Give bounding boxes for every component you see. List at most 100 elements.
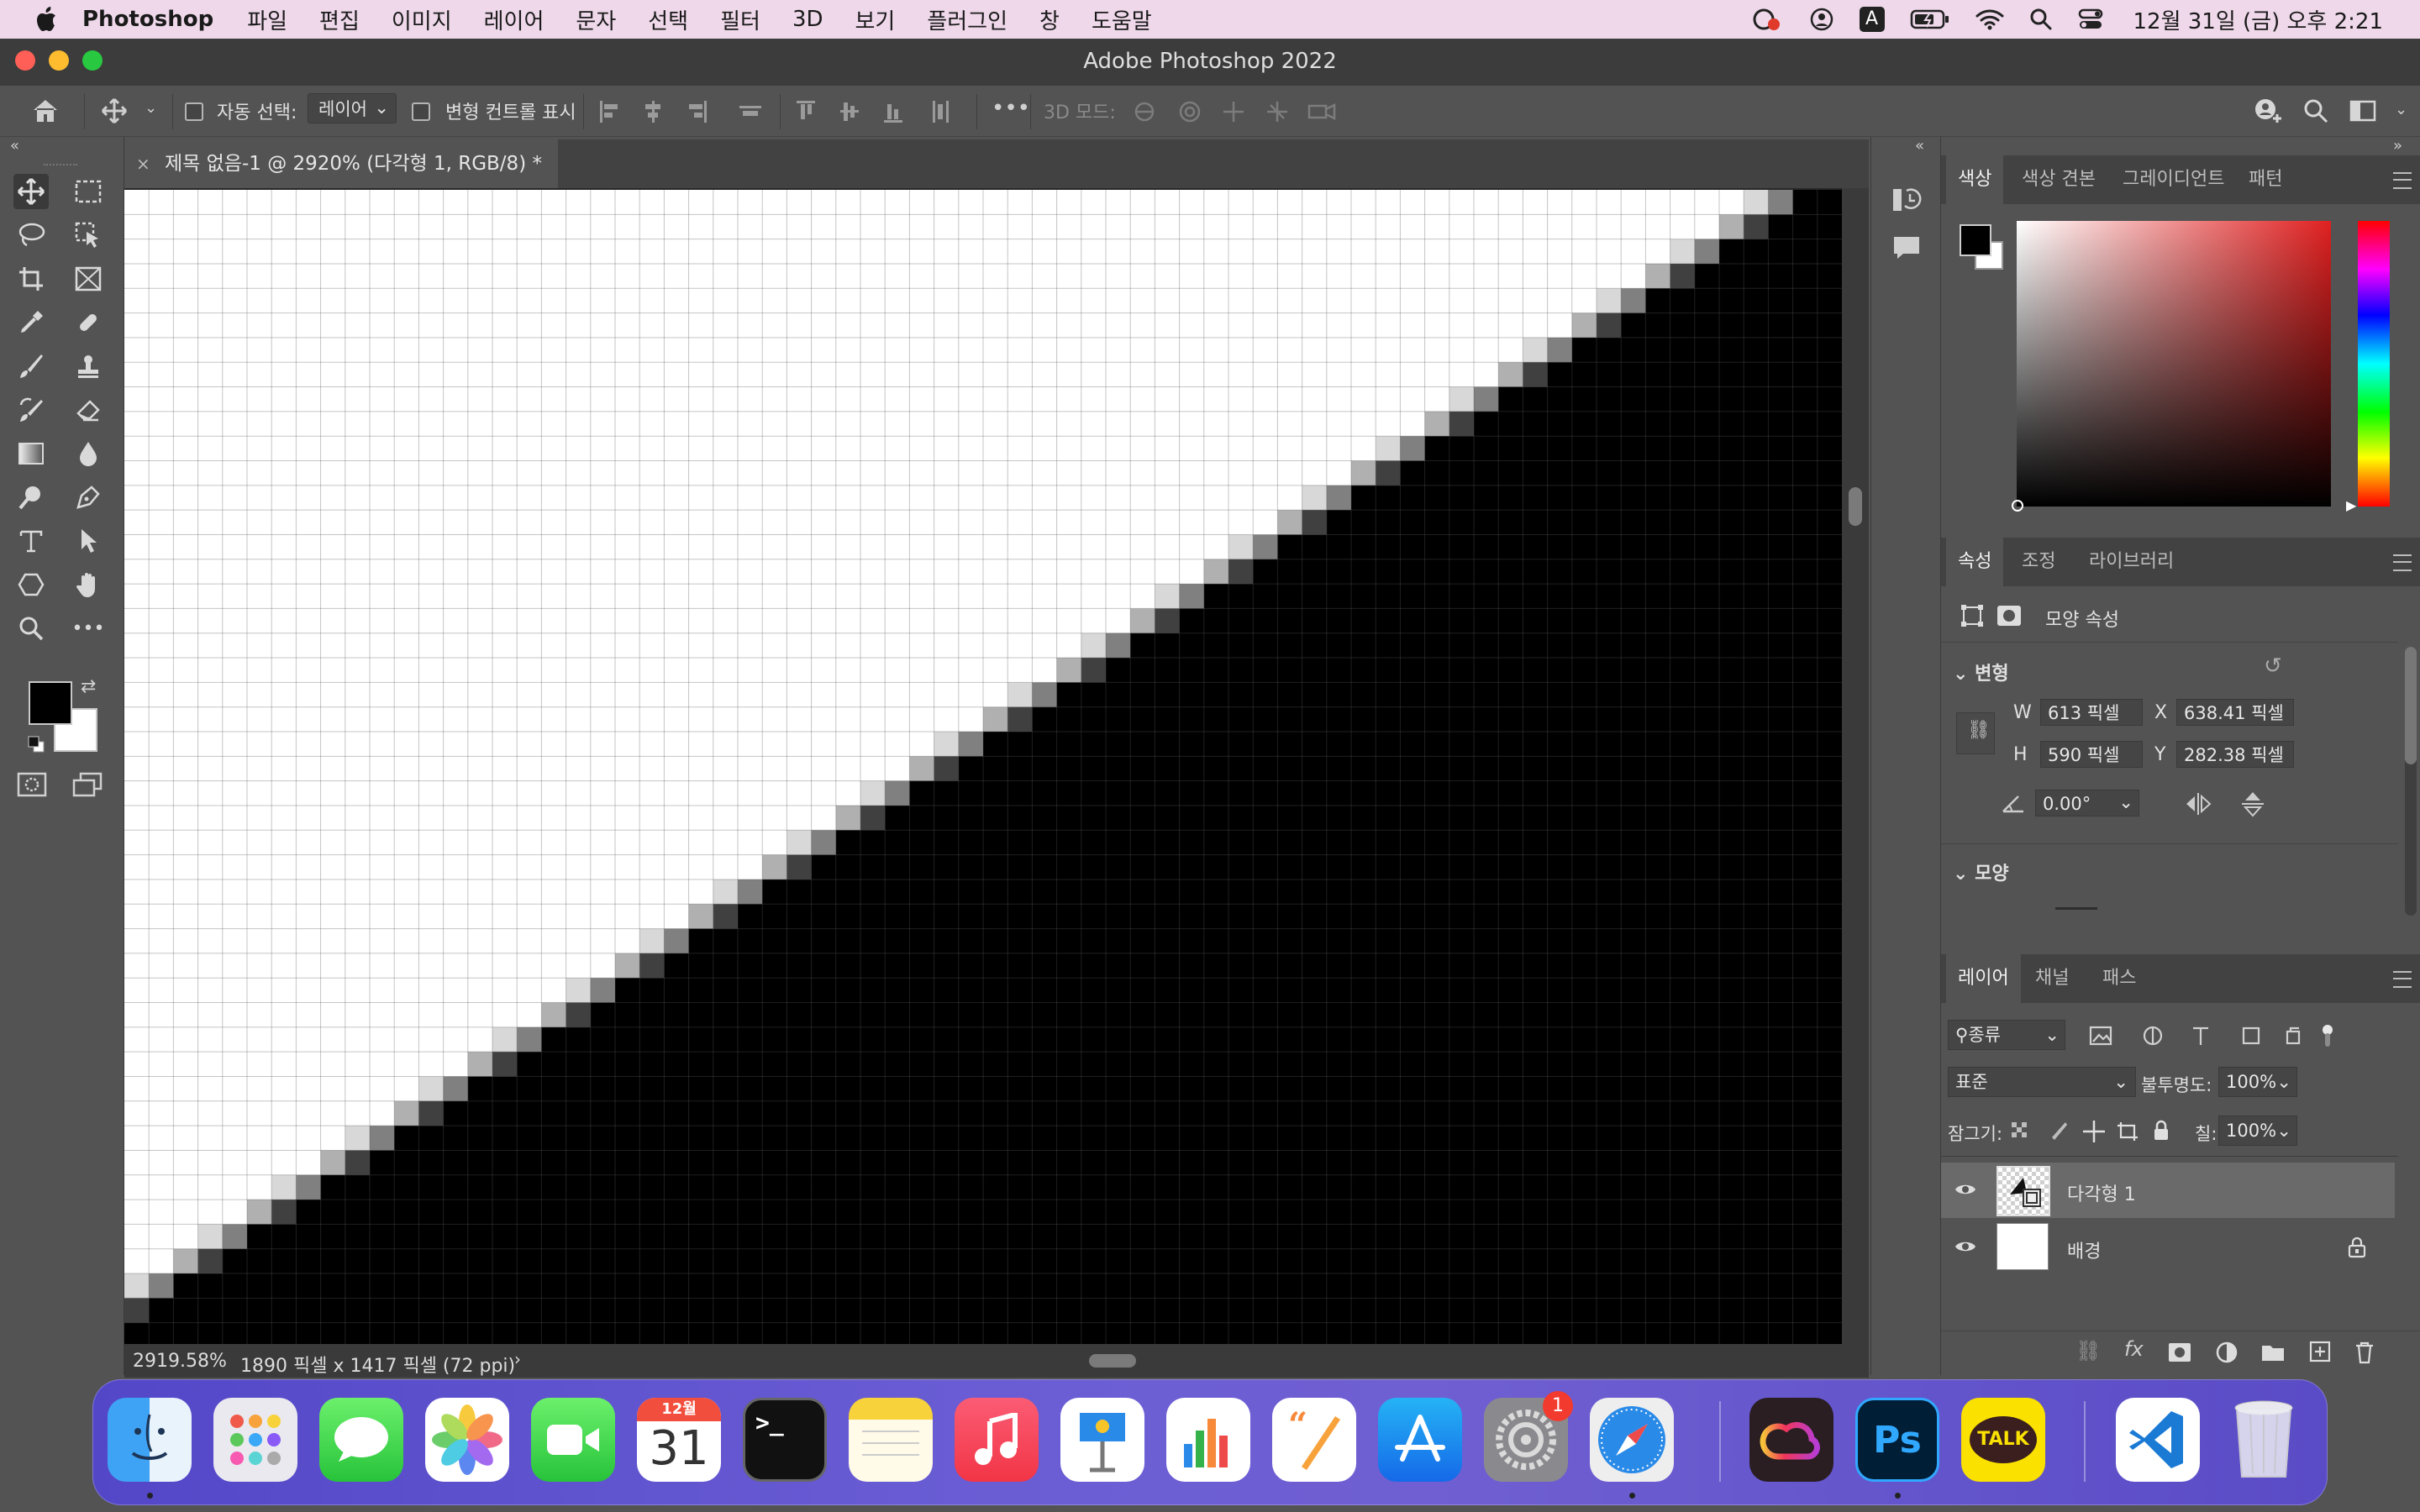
battery-icon[interactable] [1910, 8, 1950, 30]
properties-scrollbar[interactable] [2405, 647, 2417, 916]
vscode-icon[interactable] [2116, 1398, 2200, 1482]
flip-horizontal-icon[interactable] [2183, 791, 2213, 816]
eraser-tool[interactable] [71, 392, 106, 428]
auto-select-dropdown[interactable]: 레이어 ⌄ [308, 93, 397, 123]
new-layer-icon[interactable] [2309, 1341, 2331, 1362]
dodge-tool[interactable] [13, 480, 49, 515]
history-brush-tool[interactable] [13, 392, 49, 428]
gradient-tool[interactable] [13, 436, 49, 471]
tab-color[interactable]: 색상 [1946, 155, 2004, 204]
menu-view[interactable]: 보기 [855, 4, 896, 35]
lock-icon[interactable] [2348, 1236, 2366, 1258]
menu-edit[interactable]: 편집 [319, 4, 360, 35]
adjustment-layer-icon[interactable] [2215, 1341, 2238, 1364]
search-icon[interactable] [2302, 97, 2329, 124]
hand-tool[interactable] [71, 567, 106, 602]
vertical-scroll-thumb[interactable] [1849, 487, 1862, 526]
menu-filter[interactable]: 필터 [720, 4, 760, 35]
trash-icon[interactable] [2354, 1341, 2375, 1364]
transform-section-toggle[interactable]: ⌄ 변형 [1953, 659, 2009, 685]
kakaotalk-icon[interactable]: TALK [1961, 1398, 2045, 1482]
chevron-right-icon[interactable]: › [514, 1349, 521, 1369]
edit-toolbar-button[interactable]: ••• [71, 611, 106, 646]
share-user-icon[interactable] [2252, 96, 2286, 126]
document-canvas[interactable] [124, 190, 1842, 1347]
clone-stamp-tool[interactable] [71, 349, 106, 384]
crop-tool[interactable] [13, 261, 49, 297]
menu-plugins[interactable]: 플러그인 [927, 4, 1007, 35]
horizontal-scroll-thumb[interactable] [1089, 1354, 1136, 1368]
user-account-icon[interactable] [1809, 7, 1834, 32]
hue-slider-marker[interactable]: ▶ [2346, 497, 2356, 513]
menu-select[interactable]: 선택 [648, 4, 688, 35]
link-dimensions-button[interactable]: ⛓ [1956, 712, 1995, 754]
menu-image[interactable]: 이미지 [392, 4, 452, 35]
history-panel-icon[interactable] [1891, 186, 1922, 214]
creative-cloud-icon[interactable] [1749, 1398, 1833, 1482]
lock-buttons[interactable] [2010, 1119, 2178, 1144]
apple-icon[interactable] [35, 7, 57, 32]
add-mask-icon[interactable] [2168, 1342, 2191, 1362]
facetime-icon[interactable] [531, 1398, 615, 1482]
lasso-tool[interactable] [13, 218, 49, 253]
close-tab-icon[interactable]: × [136, 139, 150, 188]
type-tool[interactable] [13, 523, 49, 559]
canvas-area[interactable] [124, 188, 1869, 1352]
tab-channels[interactable]: 채널 [2035, 954, 2069, 1003]
width-field[interactable]: 613 픽셀 [2040, 699, 2143, 726]
messages-icon[interactable] [319, 1398, 403, 1482]
calendar-icon[interactable]: 12월 31 [637, 1398, 721, 1482]
control-center-icon[interactable] [2078, 8, 2103, 31]
healing-brush-tool[interactable] [71, 305, 106, 340]
comments-panel-icon[interactable] [1891, 234, 1922, 261]
tab-adjustments[interactable]: 조정 [2022, 538, 2055, 586]
chevron-down-icon[interactable]: ⌄ [145, 101, 157, 116]
terminal-icon[interactable]: >_ [743, 1398, 827, 1482]
spotlight-search-icon[interactable] [2029, 8, 2053, 31]
panel-menu-icon[interactable] [2393, 971, 2412, 988]
height-field[interactable]: 590 픽셀 [2040, 741, 2143, 768]
zoom-level[interactable]: 2919.58% [133, 1351, 227, 1372]
eyedropper-tool[interactable] [13, 305, 49, 340]
auto-select-checkbox[interactable] [185, 102, 203, 121]
fill-field[interactable]: 100% ⌄ [2218, 1116, 2297, 1146]
rectangular-marquee-tool[interactable] [71, 174, 106, 209]
tab-patterns[interactable]: 패턴 [2249, 155, 2282, 204]
fx-icon[interactable]: fx [2124, 1339, 2144, 1359]
app-menu[interactable]: Photoshop [82, 7, 213, 32]
menu-3d[interactable]: 3D [792, 7, 823, 32]
shape-properties-icon[interactable] [1960, 603, 1985, 628]
flip-vertical-icon[interactable] [2240, 790, 2265, 818]
menu-clock[interactable]: 12월 31일 (금) 오후 2:21 [2133, 4, 2384, 35]
brush-tool[interactable] [13, 349, 49, 384]
pen-tool[interactable] [71, 480, 106, 515]
tab-layers[interactable]: 레이어 [1946, 954, 2021, 1003]
swap-colors-icon[interactable]: ⇄ [81, 678, 96, 696]
layer-filter-buttons[interactable] [2089, 1023, 2333, 1048]
folder-icon[interactable] [2260, 1342, 2286, 1362]
y-position-field[interactable]: 282.38 픽셀 [2176, 741, 2294, 768]
menu-type[interactable]: 문자 [576, 4, 616, 35]
x-position-field[interactable]: 638.41 픽셀 [2176, 699, 2294, 726]
app-store-icon[interactable] [1378, 1398, 1462, 1482]
mask-properties-icon[interactable] [1996, 605, 2022, 627]
launchpad-icon[interactable] [213, 1398, 297, 1482]
notes-icon[interactable] [849, 1398, 933, 1482]
tab-swatches[interactable]: 색상 견본 [2022, 155, 2096, 204]
color-picker-marker[interactable] [2012, 500, 2023, 512]
workspace-icon[interactable] [2349, 99, 2378, 123]
system-preferences-icon[interactable]: 1 [1484, 1391, 1573, 1482]
layer-row[interactable]: 배경 [1941, 1220, 2395, 1275]
document-tab[interactable]: × 제목 없음-1 @ 2920% (다각형 1, RGB/8) * [124, 139, 558, 188]
photos-icon[interactable] [425, 1398, 509, 1482]
vertical-scrollbar[interactable] [1842, 188, 1869, 1352]
path-selection-tool[interactable] [71, 523, 106, 559]
tab-paths[interactable]: 패스 [2102, 954, 2136, 1003]
layer-row[interactable]: 다각형 1 [1941, 1163, 2395, 1218]
opacity-field[interactable]: 100% ⌄ [2218, 1067, 2297, 1097]
align-buttons[interactable] [598, 99, 766, 124]
layer-filter-dropdown[interactable]: ⚲종류 ⌄ [1948, 1020, 2065, 1050]
finder-icon[interactable] [108, 1398, 192, 1482]
collapse-panel-icon[interactable]: « [1915, 139, 1924, 154]
menu-window[interactable]: 창 [1039, 4, 1060, 35]
